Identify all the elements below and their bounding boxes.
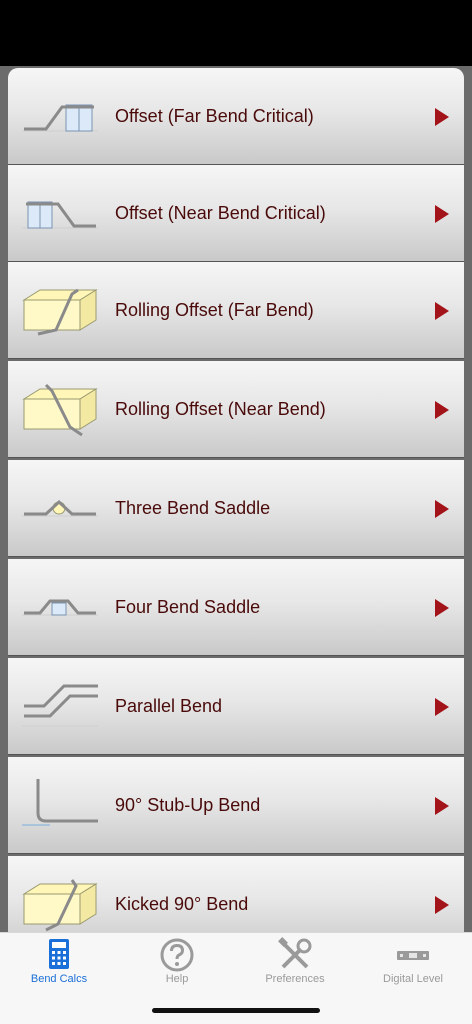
chevron-right-icon [435,599,449,617]
tab-help[interactable]: Help [118,933,236,993]
list-item-label: Offset (Near Bend Critical) [115,203,326,223]
tab-preferences[interactable]: Preferences [236,933,354,993]
list-item-offset-far-bend[interactable]: Offset (Far Bend Critical) [8,68,464,165]
offset-far-bend-icon [22,104,98,132]
list-item-label: 90° Stub-Up Bend [115,795,261,815]
help-icon [160,938,194,972]
bend-type-list: Offset (Far Bend Critical) Offset (Near … [0,66,472,932]
rolling-offset-far-icon [22,288,98,336]
list-item-three-bend-saddle[interactable]: Three Bend Saddle [8,460,464,557]
tab-label: Digital Level [383,973,443,985]
list-item-rolling-offset-near[interactable]: Rolling Offset (Near Bend) [8,361,464,458]
list-item-offset-near-bend[interactable]: Offset (Near Bend Critical) [8,165,464,262]
stub-up-bend-icon [22,779,98,826]
list-item-label: Offset (Far Bend Critical) [115,106,314,126]
list-item-label: Four Bend Saddle [115,597,261,617]
list-item-stub-up-bend[interactable]: 90° Stub-Up Bend [8,757,464,854]
tools-icon [278,937,312,969]
chevron-right-icon [435,500,449,518]
tab-label: Help [165,973,189,985]
status-bar [0,0,472,66]
list-item-kicked-90-bend[interactable]: Kicked 90° Bend [8,856,464,932]
rolling-offset-near-icon [22,383,98,437]
three-bend-saddle-icon [22,499,98,517]
list-item-parallel-bend[interactable]: Parallel Bend [8,658,464,755]
offset-near-bend-icon [22,201,98,229]
home-indicator [152,1008,320,1013]
list-item-label: Three Bend Saddle [115,498,271,518]
chevron-right-icon [435,896,449,914]
list-item-four-bend-saddle[interactable]: Four Bend Saddle [8,559,464,656]
calculator-icon [49,939,69,969]
level-icon [397,951,429,960]
chevron-right-icon [435,205,449,223]
chevron-right-icon [435,401,449,419]
kicked-90-bend-icon [22,879,98,932]
list-item-label: Rolling Offset (Far Bend) [115,300,314,320]
chevron-right-icon [435,698,449,716]
list-item-label: Parallel Bend [115,696,223,716]
chevron-right-icon [435,797,449,815]
chevron-right-icon [435,302,449,320]
parallel-bend-icon [22,684,98,727]
tab-label: Bend Calcs [30,973,88,985]
list-item-label: Rolling Offset (Near Bend) [115,399,326,419]
four-bend-saddle-icon [22,599,98,616]
list-item-label: Kicked 90° Bend [115,894,249,914]
chevron-right-icon [435,108,449,126]
tab-bend-calcs[interactable]: Bend Calcs [0,933,118,993]
tab-digital-level[interactable]: Digital Level [354,933,472,993]
list-item-rolling-offset-far[interactable]: Rolling Offset (Far Bend) [8,262,464,359]
tab-label: Preferences [265,973,325,985]
